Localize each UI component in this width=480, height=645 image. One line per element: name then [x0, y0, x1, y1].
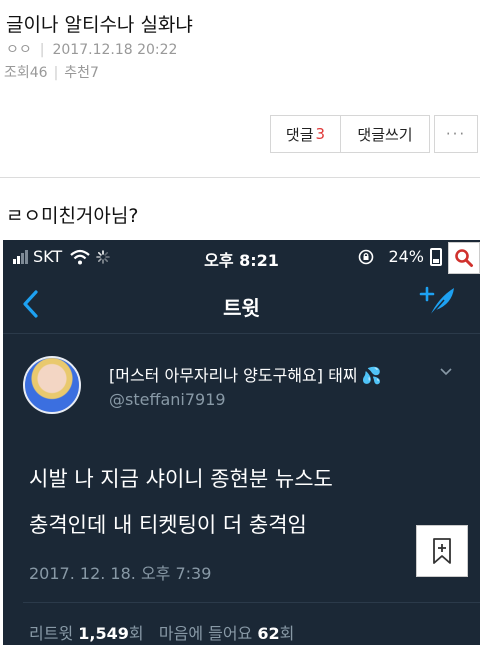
- chevron-down-icon[interactable]: [439, 365, 453, 379]
- embedded-screenshot: SKT 오후 8:21 24% 트윗 [머스터 아무자리나 양도구해요] 태찌 …: [3, 240, 480, 645]
- recommend-count: 추천7: [64, 65, 99, 81]
- bookmark-button[interactable]: [416, 525, 468, 577]
- retweet-count[interactable]: 1,549: [78, 624, 129, 643]
- likes-label: 마음에 들어요: [158, 624, 253, 643]
- more-button[interactable]: ···: [434, 115, 478, 153]
- comments-label: 댓글: [285, 125, 314, 144]
- tweet-divider: [23, 602, 480, 603]
- write-comment-button[interactable]: 댓글쓰기: [340, 115, 430, 153]
- compose-icon[interactable]: [418, 284, 458, 320]
- author-name[interactable]: ㅇㅇ: [6, 42, 32, 58]
- post-title: 글이나 알티수나 실화냐: [6, 14, 193, 36]
- likes-count[interactable]: 62: [257, 624, 279, 643]
- tweet-nav-bar: 트윗: [3, 274, 480, 334]
- meta-divider: |: [39, 42, 45, 58]
- lock-rotation-icon: [359, 249, 374, 264]
- header-divider: [0, 177, 480, 178]
- tweet-text: 시발 나 지금 샤이니 종현분 뉴스도 충격인데 내 티켓팅이 더 충격임: [29, 456, 449, 548]
- comment-button-group: 댓글 3 댓글쓰기 ···: [270, 115, 478, 153]
- bookmark-icon: [433, 538, 451, 564]
- battery-percent: 24%: [388, 247, 424, 266]
- avatar[interactable]: [23, 356, 81, 414]
- tweet-author-name: [머스터 아무자리나 양도구해요] 태찌: [109, 366, 358, 385]
- post-stats: 조회46 | 추천7: [4, 62, 99, 82]
- status-right: 24%: [358, 247, 442, 266]
- post-header: 글이나 알티수나 실화냐 ㅇㅇ | 2017.12.18 20:22 조회46 | 추천…: [0, 0, 480, 178]
- search-button[interactable]: [448, 242, 480, 274]
- comments-count: 3: [315, 125, 326, 143]
- phone-status-bar: SKT 오후 8:21 24%: [3, 240, 480, 274]
- meta-divider: |: [53, 65, 59, 81]
- nav-title: 트윗: [223, 296, 260, 320]
- tweet-text-line: 시발 나 지금 샤이니 종현분 뉴스도: [29, 467, 333, 491]
- comments-button[interactable]: 댓글 3: [270, 115, 341, 153]
- likes-unit: 회: [279, 624, 295, 643]
- post-body: ㄹㅇ미친거아님?: [6, 205, 139, 227]
- retweet-label: 리트윗: [29, 624, 74, 643]
- view-count: 조회46: [4, 65, 48, 81]
- post-date: 2017.12.18 20:22: [52, 42, 178, 58]
- tweet-date: 2017. 12. 18. 오후 7:39: [29, 564, 212, 583]
- retweet-unit: 회: [128, 624, 144, 643]
- water-drops-icon: 💦: [361, 366, 382, 385]
- battery-icon: [430, 247, 442, 266]
- tweet-stats: 리트윗 1,549회 마음에 들어요 62회: [29, 620, 294, 644]
- post-meta: ㅇㅇ | 2017.12.18 20:22: [6, 39, 177, 59]
- tweet-author[interactable]: [머스터 아무자리나 양도구해요] 태찌 💦: [109, 362, 381, 386]
- tweet-handle[interactable]: @steffani7919: [109, 390, 226, 409]
- tweet-text-line: 충격인데 내 티켓팅이 더 충격임: [29, 513, 307, 537]
- search-icon: [455, 249, 473, 267]
